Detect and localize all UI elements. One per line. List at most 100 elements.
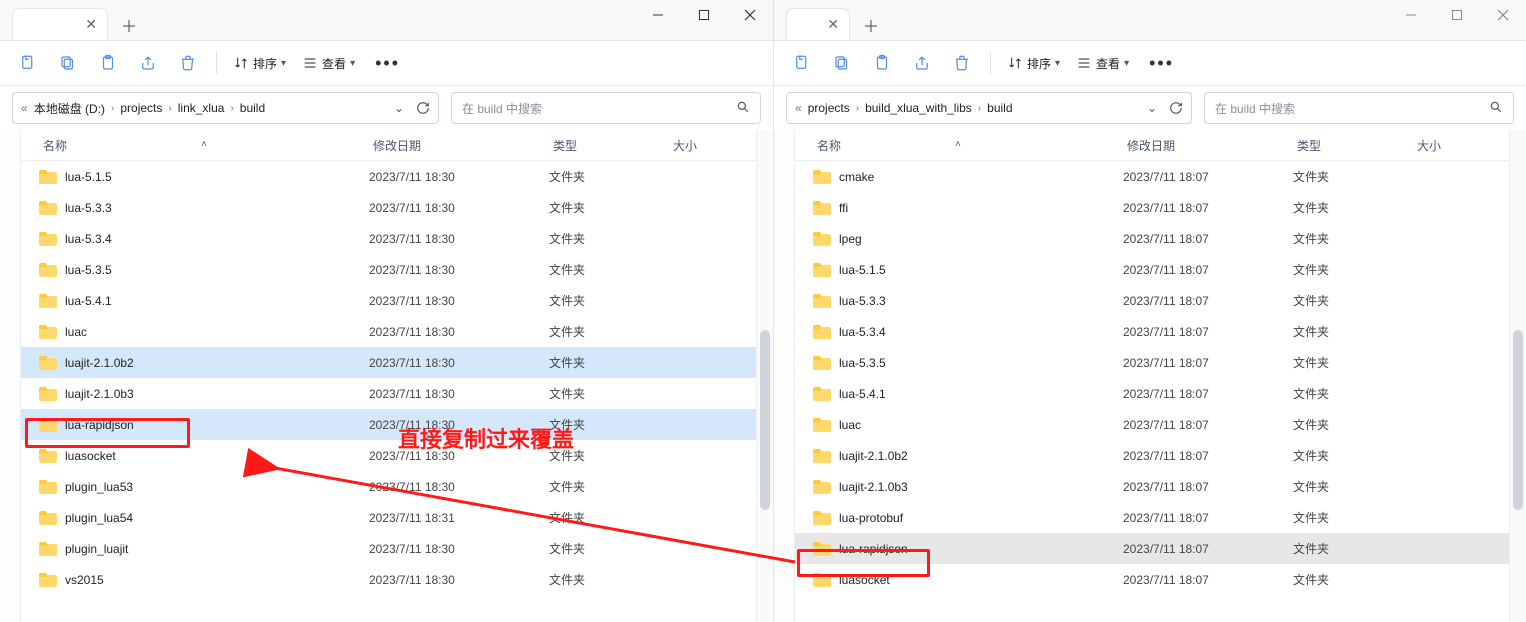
more-menu[interactable]: ••• <box>1139 53 1184 74</box>
maximize-button[interactable] <box>1434 0 1480 30</box>
table-row[interactable]: lua-5.3.32023/7/11 18:07文件夹 <box>795 285 1509 316</box>
table-row[interactable]: lpeg2023/7/11 18:07文件夹 <box>795 223 1509 254</box>
table-row[interactable]: lua-rapidjson2023/7/11 18:07文件夹 <box>795 533 1509 564</box>
file-date: 2023/7/11 18:30 <box>369 325 549 339</box>
breadcrumb-segment[interactable]: link_xlua <box>178 101 225 115</box>
breadcrumb-segment[interactable]: build <box>240 101 265 115</box>
tab[interactable]: ✕ <box>12 8 108 40</box>
table-row[interactable]: luajit-2.1.0b32023/7/11 18:07文件夹 <box>795 471 1509 502</box>
share-button[interactable] <box>130 47 166 79</box>
refresh-icon[interactable] <box>1169 101 1183 115</box>
scrollbar[interactable] <box>1510 130 1526 622</box>
file-type: 文件夹 <box>549 478 669 495</box>
more-menu[interactable]: ••• <box>365 53 410 74</box>
table-row[interactable]: luajit-2.1.0b32023/7/11 18:30文件夹 <box>21 378 756 409</box>
close-button[interactable] <box>1480 0 1526 30</box>
file-name: luac <box>65 325 87 339</box>
new-button[interactable] <box>10 47 46 79</box>
close-icon[interactable]: ✕ <box>85 16 97 33</box>
col-date[interactable]: 修改日期 <box>373 137 553 154</box>
maximize-button[interactable] <box>681 0 727 30</box>
paste-button[interactable] <box>90 47 126 79</box>
close-button[interactable] <box>727 0 773 30</box>
file-type: 文件夹 <box>549 199 669 216</box>
view-menu[interactable]: 查看 ▾ <box>1070 55 1135 72</box>
table-row[interactable]: luac2023/7/11 18:30文件夹 <box>21 316 756 347</box>
search-icon <box>1489 100 1503 117</box>
paste-button[interactable] <box>864 47 900 79</box>
chevron-down-icon[interactable]: ⌄ <box>1147 101 1157 115</box>
address-bar[interactable]: « projects›build_xlua_with_libs›build ⌄ <box>786 92 1192 124</box>
col-name[interactable]: 名称 ˄ <box>21 137 373 154</box>
table-row[interactable]: lua-5.4.12023/7/11 18:30文件夹 <box>21 285 756 316</box>
table-row[interactable]: lua-5.3.52023/7/11 18:30文件夹 <box>21 254 756 285</box>
table-row[interactable]: ffi2023/7/11 18:07文件夹 <box>795 192 1509 223</box>
col-size[interactable]: 大小 <box>673 137 756 154</box>
scrollbar[interactable] <box>757 130 773 622</box>
copy-button[interactable] <box>824 47 860 79</box>
breadcrumb-segment[interactable]: 本地磁盘 (D:) <box>34 100 105 117</box>
col-size[interactable]: 大小 <box>1417 137 1509 154</box>
scrollbar-thumb[interactable] <box>760 330 770 510</box>
table-row[interactable]: vs20152023/7/11 18:30文件夹 <box>21 564 756 595</box>
copy-button[interactable] <box>50 47 86 79</box>
table-row[interactable]: luajit-2.1.0b22023/7/11 18:07文件夹 <box>795 440 1509 471</box>
table-row[interactable]: lua-5.1.52023/7/11 18:07文件夹 <box>795 254 1509 285</box>
breadcrumb-segment[interactable]: projects <box>120 101 162 115</box>
search-icon <box>736 100 750 117</box>
folder-icon <box>813 449 831 463</box>
new-tab-button[interactable]: ＋ <box>856 10 886 40</box>
table-row[interactable]: lua-5.3.52023/7/11 18:07文件夹 <box>795 347 1509 378</box>
chevron-left-icon[interactable]: « <box>21 101 28 115</box>
table-row[interactable]: lua-5.1.52023/7/11 18:30文件夹 <box>21 161 756 192</box>
table-row[interactable]: lua-protobuf2023/7/11 18:07文件夹 <box>795 502 1509 533</box>
table-row[interactable]: lua-rapidjson2023/7/11 18:30文件夹 <box>21 409 756 440</box>
delete-button[interactable] <box>170 47 206 79</box>
breadcrumb-segment[interactable]: build <box>987 101 1012 115</box>
view-menu[interactable]: 查看 ▾ <box>296 55 361 72</box>
col-name[interactable]: 名称 ˄ <box>795 137 1127 154</box>
table-row[interactable]: luasocket2023/7/11 18:07文件夹 <box>795 564 1509 595</box>
breadcrumb-segment[interactable]: projects <box>808 101 850 115</box>
table-row[interactable]: plugin_luajit2023/7/11 18:30文件夹 <box>21 533 756 564</box>
new-button[interactable] <box>784 47 820 79</box>
table-row[interactable]: lua-5.3.32023/7/11 18:30文件夹 <box>21 192 756 223</box>
table-row[interactable]: lua-5.3.42023/7/11 18:07文件夹 <box>795 316 1509 347</box>
search-input[interactable]: 在 build 中搜索 <box>1204 92 1514 124</box>
scrollbar-thumb[interactable] <box>1513 330 1523 510</box>
chevron-down-icon: ▾ <box>1124 58 1129 69</box>
close-icon[interactable]: ✕ <box>827 16 839 33</box>
col-type[interactable]: 类型 <box>1297 137 1417 154</box>
minimize-button[interactable] <box>1388 0 1434 30</box>
tab[interactable]: ✕ <box>786 8 850 40</box>
chevron-right-icon: › <box>230 103 233 114</box>
chevron-down-icon[interactable]: ⌄ <box>394 101 404 115</box>
sort-indicator-icon: ˄ <box>955 139 961 150</box>
table-row[interactable]: luac2023/7/11 18:07文件夹 <box>795 409 1509 440</box>
table-row[interactable]: lua-5.4.12023/7/11 18:07文件夹 <box>795 378 1509 409</box>
file-date: 2023/7/11 18:07 <box>1123 542 1293 556</box>
col-date[interactable]: 修改日期 <box>1127 137 1297 154</box>
table-row[interactable]: luasocket2023/7/11 18:30文件夹 <box>21 440 756 471</box>
table-row[interactable]: luajit-2.1.0b22023/7/11 18:30文件夹 <box>21 347 756 378</box>
file-date: 2023/7/11 18:07 <box>1123 201 1293 215</box>
file-name: lua-5.3.4 <box>839 325 886 339</box>
table-row[interactable]: plugin_lua532023/7/11 18:30文件夹 <box>21 471 756 502</box>
col-type[interactable]: 类型 <box>553 137 673 154</box>
refresh-icon[interactable] <box>416 101 430 115</box>
file-type: 文件夹 <box>1293 354 1413 371</box>
sort-menu[interactable]: 排序 ▾ <box>1001 55 1066 72</box>
chevron-left-icon[interactable]: « <box>795 101 802 115</box>
share-button[interactable] <box>904 47 940 79</box>
table-row[interactable]: plugin_lua542023/7/11 18:31文件夹 <box>21 502 756 533</box>
address-bar[interactable]: « 本地磁盘 (D:)›projects›link_xlua›build ⌄ <box>12 92 439 124</box>
table-row[interactable]: cmake2023/7/11 18:07文件夹 <box>795 161 1509 192</box>
breadcrumb-segment[interactable]: build_xlua_with_libs <box>865 101 972 115</box>
search-input[interactable]: 在 build 中搜索 <box>451 92 761 124</box>
new-tab-button[interactable]: ＋ <box>114 10 144 40</box>
file-date: 2023/7/11 18:31 <box>369 511 549 525</box>
sort-menu[interactable]: 排序 ▾ <box>227 55 292 72</box>
table-row[interactable]: lua-5.3.42023/7/11 18:30文件夹 <box>21 223 756 254</box>
minimize-button[interactable] <box>635 0 681 30</box>
delete-button[interactable] <box>944 47 980 79</box>
